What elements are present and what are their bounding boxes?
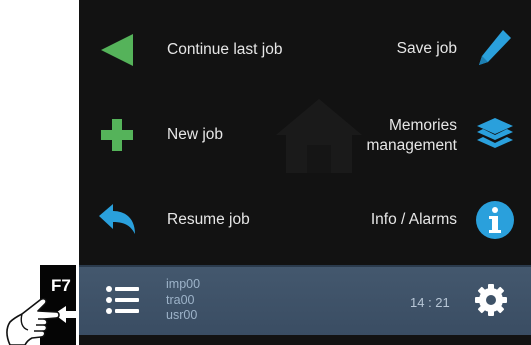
memories-management-button[interactable]: Memories management <box>367 112 515 160</box>
clock-time: 14 : 21 <box>410 295 450 310</box>
info-icon <box>475 200 515 240</box>
memories-management-label: Memories management <box>367 116 457 156</box>
status-line-imp: imp00 <box>166 277 201 291</box>
memories-label-line2: management <box>366 137 457 154</box>
device-screen: Continue last job New job Resume job Sav… <box>79 0 531 345</box>
gear-icon <box>474 284 508 321</box>
save-job-button[interactable]: Save job <box>397 26 513 72</box>
undo-arrow-icon <box>97 200 137 240</box>
status-line-usr: usr00 <box>166 308 198 322</box>
resume-job-button[interactable]: Resume job <box>97 198 250 242</box>
status-bar: imp00 tra00 usr00 14 : 21 <box>79 265 531 335</box>
continue-last-job-label: Continue last job <box>167 41 283 58</box>
save-job-label: Save job <box>396 40 457 57</box>
list-button[interactable] <box>105 283 141 322</box>
status-bar-divider <box>79 265 531 267</box>
new-job-button[interactable]: New job <box>97 113 223 157</box>
new-job-label: New job <box>167 126 223 143</box>
status-line-tra: tra00 <box>166 292 195 307</box>
plus-icon <box>97 115 137 155</box>
info-alarms-label: Info / Alarms <box>370 211 457 228</box>
layers-icon <box>475 116 515 156</box>
resume-job-label: Resume job <box>167 211 250 228</box>
home-icon <box>276 99 362 173</box>
pencil-icon <box>475 28 513 70</box>
status-info: imp00 tra00 usr00 <box>166 277 200 324</box>
play-left-icon <box>97 30 137 70</box>
memories-label-line1: Memories <box>388 117 457 134</box>
list-icon <box>105 286 141 321</box>
continue-last-job-button[interactable]: Continue last job <box>97 28 282 72</box>
settings-button[interactable] <box>474 283 508 322</box>
info-alarms-button[interactable]: Info / Alarms <box>371 198 515 242</box>
hand-pointer-icon <box>6 297 76 345</box>
